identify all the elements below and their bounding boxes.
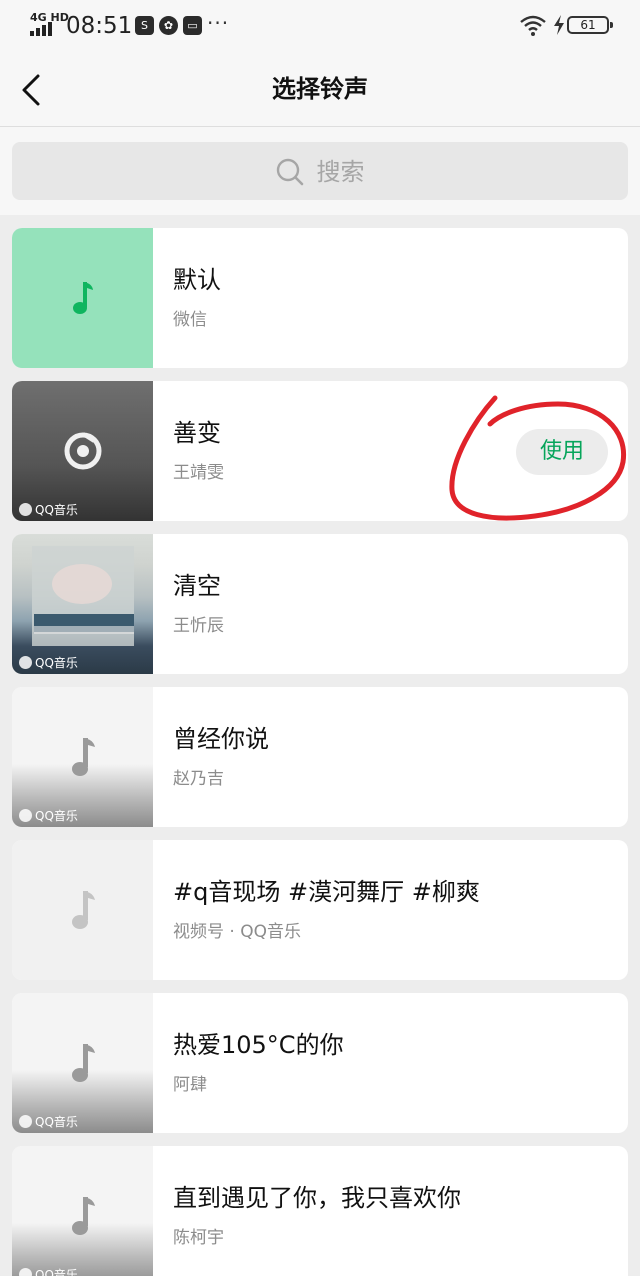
ringtone-artist: 阿肆 — [173, 1075, 207, 1095]
cover-image — [12, 840, 153, 980]
battery-icon: 61 — [567, 16, 613, 34]
ringtone-title: 热爱105°C的你 — [173, 1031, 344, 1059]
wifi-icon — [520, 15, 546, 36]
album-art — [32, 546, 134, 646]
ringtone-artist: 王靖雯 — [173, 463, 224, 483]
nav-bar: 选择铃声 — [0, 52, 640, 127]
charging-icon — [554, 15, 564, 35]
ringtone-artist: 微信 — [173, 310, 207, 330]
status-bar: 4G HD 08:51 S ✿ ▭ ··· 61 — [0, 0, 640, 52]
qq-music-badge: QQ音乐 — [19, 809, 78, 823]
ringtone-artist: 赵乃吉 — [173, 769, 224, 789]
ringtone-item[interactable]: #q音现场 #漠河舞厅 #柳爽 视频号 · QQ音乐 — [12, 840, 628, 980]
ringtone-artist: 视频号 · QQ音乐 — [173, 922, 301, 942]
ringtone-item[interactable]: QQ音乐 清空 王忻辰 — [12, 534, 628, 674]
cover-image: QQ音乐 — [12, 381, 153, 521]
more-notifications: ··· — [207, 11, 230, 35]
clock: 08:51 — [66, 13, 133, 39]
ringtone-artist: 王忻辰 — [173, 616, 224, 636]
search-icon — [277, 158, 304, 186]
cover-image: QQ音乐 — [12, 687, 153, 827]
use-button[interactable]: 使用 — [516, 429, 608, 475]
cover-image: QQ音乐 — [12, 1146, 153, 1276]
search-placeholder: 搜索 — [316, 158, 365, 186]
music-note-icon — [71, 738, 95, 776]
music-note-icon — [71, 891, 95, 929]
ringtone-title: 直到遇见了你，我只喜欢你 — [173, 1184, 461, 1212]
cover-image — [12, 228, 153, 368]
search-input[interactable]: 搜索 — [12, 142, 628, 200]
ringtone-item[interactable]: QQ音乐 善变 王靖雯 使用 — [12, 381, 628, 521]
ringtone-artist: 陈柯宇 — [173, 1228, 224, 1248]
ringtone-title: #q音现场 #漠河舞厅 #柳爽 — [173, 878, 480, 906]
search-area: 搜索 — [0, 127, 640, 215]
qq-music-badge: QQ音乐 — [19, 1268, 78, 1276]
music-note-icon — [71, 1197, 95, 1235]
cover-image: QQ音乐 — [12, 993, 153, 1133]
signal-icon — [30, 22, 58, 36]
ringtone-item[interactable]: QQ音乐 曾经你说 赵乃吉 — [12, 687, 628, 827]
ringtone-title: 曾经你说 — [173, 725, 269, 753]
qq-music-icon — [19, 809, 32, 822]
playing-icon — [64, 432, 101, 470]
qq-music-icon — [19, 1268, 32, 1276]
message-icon: ▭ — [183, 16, 202, 35]
wechat-icon: ✿ — [159, 16, 178, 35]
ringtone-title: 善变 — [173, 419, 221, 447]
ringtone-title: 默认 — [173, 266, 221, 294]
page-title: 选择铃声 — [272, 75, 368, 103]
cover-image: QQ音乐 — [12, 534, 153, 674]
ringtone-item[interactable]: QQ音乐 热爱105°C的你 阿肆 — [12, 993, 628, 1133]
ringtone-item[interactable]: 默认 微信 — [12, 228, 628, 368]
qq-music-badge: QQ音乐 — [19, 1115, 78, 1129]
qq-music-badge: QQ音乐 — [19, 503, 78, 517]
ringtone-item[interactable]: QQ音乐 直到遇见了你，我只喜欢你 陈柯宇 — [12, 1146, 628, 1276]
qq-music-icon — [19, 656, 32, 669]
music-note-icon — [71, 1044, 95, 1082]
qq-music-icon — [19, 503, 32, 516]
sim-icon: S — [135, 16, 154, 35]
qq-music-badge: QQ音乐 — [19, 656, 78, 670]
music-note-icon — [72, 282, 93, 314]
ringtone-title: 清空 — [173, 572, 221, 600]
qq-music-icon — [19, 1115, 32, 1128]
